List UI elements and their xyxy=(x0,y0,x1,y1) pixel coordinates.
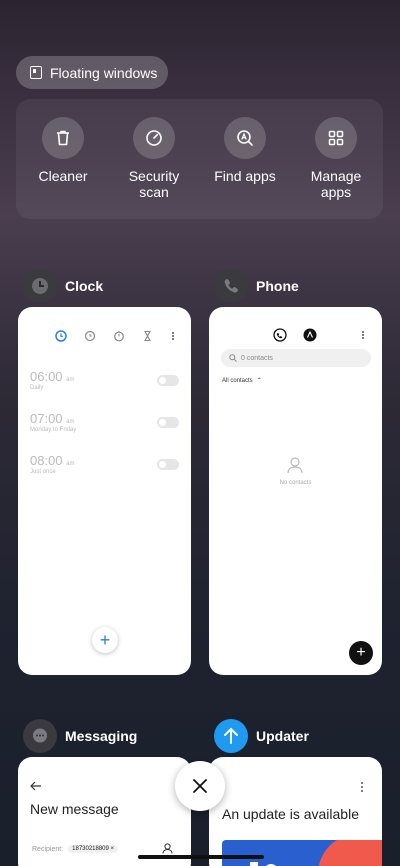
search-icon xyxy=(229,354,237,362)
cleaner-label: Cleaner xyxy=(38,168,88,184)
more-options-icon[interactable] xyxy=(359,781,365,793)
timer-tab-icon xyxy=(144,330,151,342)
grid-icon xyxy=(315,117,357,159)
no-contacts-text: No contacts xyxy=(279,480,312,486)
gauge-icon xyxy=(133,117,175,159)
clock-tabs xyxy=(55,330,174,342)
alarm-time: 07:00 xyxy=(30,411,63,426)
clock-app-name: Clock xyxy=(65,278,104,294)
update-available-title: An update is available xyxy=(222,806,359,822)
phone-app-name: Phone xyxy=(256,278,299,294)
updater-app-icon xyxy=(214,719,248,753)
recipient-field[interactable]: Recipient: 18730218809 × xyxy=(32,845,119,853)
contacts-search-input[interactable]: 0 contacts xyxy=(221,349,371,367)
updater-app-header[interactable]: Updater xyxy=(214,719,309,753)
phone-app-icon xyxy=(214,269,248,303)
more-options-icon xyxy=(172,332,174,340)
floating-windows-label: Floating windows xyxy=(50,64,158,81)
floating-windows-button[interactable]: Floating windows xyxy=(16,56,168,89)
alarm-ampm: am xyxy=(66,377,75,383)
security-scan-button[interactable]: Security scan xyxy=(108,117,200,200)
security-scan-label: Security scan xyxy=(128,168,180,200)
clock-app-icon xyxy=(23,269,57,303)
alarm-ampm: am xyxy=(66,461,75,467)
alarm-ampm: am xyxy=(66,419,75,425)
more-options-icon xyxy=(362,331,364,339)
recipient-chip[interactable]: 18730218809 × xyxy=(68,845,119,853)
new-message-title: New message xyxy=(30,801,119,817)
alarm-toggle[interactable] xyxy=(157,459,179,470)
person-icon xyxy=(287,457,303,474)
floating-window-icon xyxy=(30,66,42,79)
contacts-search-placeholder: 0 contacts xyxy=(241,354,273,362)
quick-tools-panel: Cleaner Security scan Find apps Manage a… xyxy=(16,99,383,219)
trash-icon xyxy=(42,117,84,159)
updater-app-name: Updater xyxy=(256,728,309,744)
manage-apps-label: Manage apps xyxy=(310,168,362,200)
alarm-repeat: Daily xyxy=(30,385,44,391)
world-clock-tab-icon xyxy=(84,330,96,342)
messaging-app-name: Messaging xyxy=(65,728,138,744)
alarm-tab-icon xyxy=(55,330,67,342)
stopwatch-tab-icon xyxy=(114,331,124,342)
recipient-label: Recipient: xyxy=(32,845,64,853)
alarm-repeat: Monday to Friday xyxy=(30,427,77,433)
contacts-filter-dropdown[interactable]: All contacts ⌃ xyxy=(222,377,262,385)
contacts-filter-label: All contacts xyxy=(222,377,253,384)
alarm-toggle[interactable] xyxy=(157,417,179,428)
messaging-app-card[interactable]: New message Recipient: 18730218809 × xyxy=(18,757,191,866)
updater-app-card[interactable]: An update is available xyxy=(209,757,382,866)
chevron-updown-icon: ⌃ xyxy=(256,378,262,384)
phone-tabs xyxy=(273,328,364,342)
contacts-tab-icon xyxy=(303,328,317,342)
search-app-icon xyxy=(224,117,266,159)
close-icon xyxy=(193,779,207,793)
recipient-number: 18730218809 xyxy=(72,846,109,852)
find-apps-label: Find apps xyxy=(214,168,276,184)
messaging-app-icon xyxy=(23,719,57,753)
alarm-toggle[interactable] xyxy=(157,375,179,386)
add-alarm-button[interactable]: + xyxy=(92,627,118,653)
add-contact-icon[interactable] xyxy=(162,843,173,854)
find-apps-button[interactable]: Find apps xyxy=(199,117,291,184)
phone-app-header[interactable]: Phone xyxy=(214,269,299,303)
update-banner-image xyxy=(222,840,382,866)
alarm-time: 06:00 xyxy=(30,369,63,384)
close-all-button[interactable] xyxy=(175,761,225,811)
phone-app-card[interactable]: 0 contacts All contacts ⌃ No contacts + xyxy=(209,307,382,675)
alarm-repeat: Just once xyxy=(30,469,56,475)
cleaner-button[interactable]: Cleaner xyxy=(17,117,109,184)
recents-tab-icon xyxy=(273,328,287,342)
messaging-app-header[interactable]: Messaging xyxy=(23,719,137,753)
back-arrow-icon[interactable] xyxy=(30,781,42,791)
home-indicator[interactable] xyxy=(138,855,264,859)
clock-app-card[interactable]: 06:00 am Daily 07:00 am Monday to Friday… xyxy=(18,307,191,675)
manage-apps-button[interactable]: Manage apps xyxy=(290,117,382,200)
alarm-time: 08:00 xyxy=(30,453,63,468)
clock-app-header[interactable]: Clock xyxy=(23,269,103,303)
add-contact-button[interactable]: + xyxy=(349,641,373,665)
